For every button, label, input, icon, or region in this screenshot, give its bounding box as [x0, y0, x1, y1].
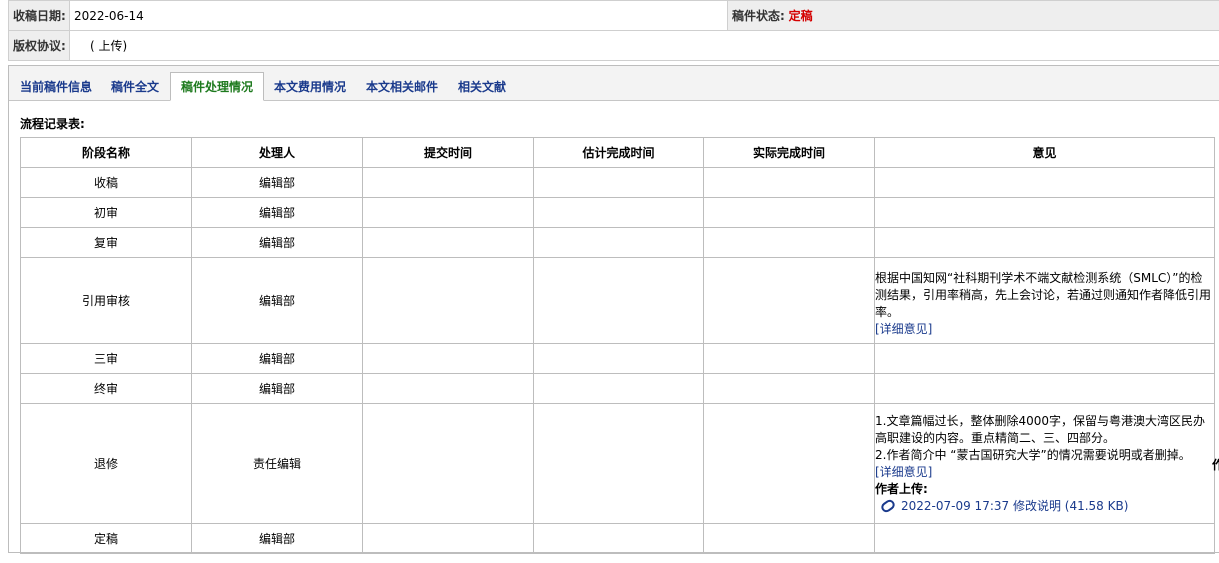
handler-cell: 编辑部: [191, 167, 363, 198]
received-date-label: 收稿日期:: [8, 0, 70, 31]
table-row: 初审 编辑部: [20, 197, 1215, 228]
manuscript-info-table: 收稿日期: 2022-06-14 稿件状态: 定稿 版权协议: ( 上传): [8, 0, 1219, 61]
status-value: 定稿: [788, 9, 813, 23]
handler-cell: 编辑部: [191, 197, 363, 228]
handler-cell: 编辑部: [191, 227, 363, 258]
header-estimated-time: 估计完成时间: [533, 137, 704, 168]
handler-cell: 编辑部: [191, 343, 363, 374]
opinion-cell: 1.文章篇幅过长，整体删除4000字，保留与粤港澳大湾区民办高职建设的内容。重点…: [874, 403, 1215, 524]
manuscript-panel: 当前稿件信息 稿件全文 稿件处理情况 本文费用情况 本文相关邮件 相关文献 流程…: [8, 65, 1219, 554]
stage-cell: 三审: [20, 343, 192, 374]
tab-related-emails[interactable]: 本文相关邮件: [366, 73, 438, 101]
tab-bar: 当前稿件信息 稿件全文 稿件处理情况 本文费用情况 本文相关邮件 相关文献: [9, 66, 1219, 101]
opinion-text: 根据中国知网“社科期刊学术不端文献检测系统（SMLC）”的检测结果，引用率稍高，…: [875, 270, 1212, 319]
stage-cell: 收稿: [20, 167, 192, 198]
handler-cell: 编辑部: [191, 523, 363, 554]
opinion-text-1: 1.文章篇幅过长，整体删除4000字，保留与粤港澳大湾区民办高职建设的内容。重点…: [875, 413, 1205, 445]
stage-cell: 终审: [20, 373, 192, 404]
table-row: 终审 编辑部: [20, 373, 1215, 404]
stage-cell: 复审: [20, 227, 192, 258]
tab-processing-status[interactable]: 稿件处理情况: [170, 72, 265, 101]
truncated-column-text: 作: [1212, 458, 1219, 472]
tab-fees[interactable]: 本文费用情况: [274, 73, 346, 101]
tab-related-literature[interactable]: 相关文献: [458, 73, 506, 101]
tab-current-info[interactable]: 当前稿件信息: [20, 73, 92, 101]
paperclip-icon: [879, 497, 897, 515]
author-upload-label: 作者上传:: [875, 481, 928, 496]
status-label: 稿件状态:: [732, 9, 785, 23]
opinion-cell: 根据中国知网“社科期刊学术不端文献检测系统（SMLC）”的检测结果，引用率稍高，…: [874, 257, 1215, 344]
stage-cell: 退修: [20, 403, 192, 524]
table-row: 定稿 编辑部: [20, 523, 1215, 554]
opinion-text-2: 2.作者简介中 “蒙古国研究大学”的情况需要说明或者删掉。: [875, 447, 1191, 462]
header-submit-time: 提交时间: [362, 137, 534, 168]
copyright-value: ( 上传): [69, 30, 1219, 61]
table-row: 退修 责任编辑 1.文章篇幅过长，整体删除4000字，保留与粤港澳大湾区民办高职…: [20, 403, 1215, 524]
stage-cell: 初审: [20, 197, 192, 228]
stage-cell: 引用审核: [20, 257, 192, 344]
tab-full-text[interactable]: 稿件全文: [111, 73, 159, 101]
attachment-text: 2022-07-09 17:37 修改说明 (41.58 KB): [901, 498, 1129, 513]
handler-cell: 编辑部: [191, 373, 363, 404]
handler-cell: 编辑部: [191, 257, 363, 344]
header-handler: 处理人: [191, 137, 363, 168]
header-opinion: 意见: [874, 137, 1215, 168]
received-date-value: 2022-06-14: [69, 0, 728, 31]
table-row: 收稿 编辑部: [20, 167, 1215, 198]
flow-record-table: 阶段名称 处理人 提交时间 估计完成时间 实际完成时间 意见 收稿 编辑部 初审…: [20, 137, 1215, 554]
stage-cell: 定稿: [20, 523, 192, 554]
table-header-row: 阶段名称 处理人 提交时间 估计完成时间 实际完成时间 意见: [20, 137, 1215, 168]
table-row: 三审 编辑部: [20, 343, 1215, 374]
detail-opinion-link[interactable]: [详细意见]: [875, 464, 1214, 481]
flow-record-title: 流程记录表:: [20, 117, 85, 131]
table-row: 引用审核 编辑部 根据中国知网“社科期刊学术不端文献检测系统（SMLC）”的检测…: [20, 257, 1215, 344]
detail-opinion-link[interactable]: [详细意见]: [875, 321, 1214, 338]
copyright-label: 版权协议:: [8, 30, 70, 61]
attachment-link[interactable]: 2022-07-09 17:37 修改说明 (41.58 KB): [875, 497, 1214, 515]
status-cell: 稿件状态: 定稿: [727, 0, 1219, 31]
table-row: 复审 编辑部: [20, 227, 1215, 258]
header-stage: 阶段名称: [20, 137, 192, 168]
handler-cell: 责任编辑: [191, 403, 363, 524]
header-actual-time: 实际完成时间: [703, 137, 875, 168]
